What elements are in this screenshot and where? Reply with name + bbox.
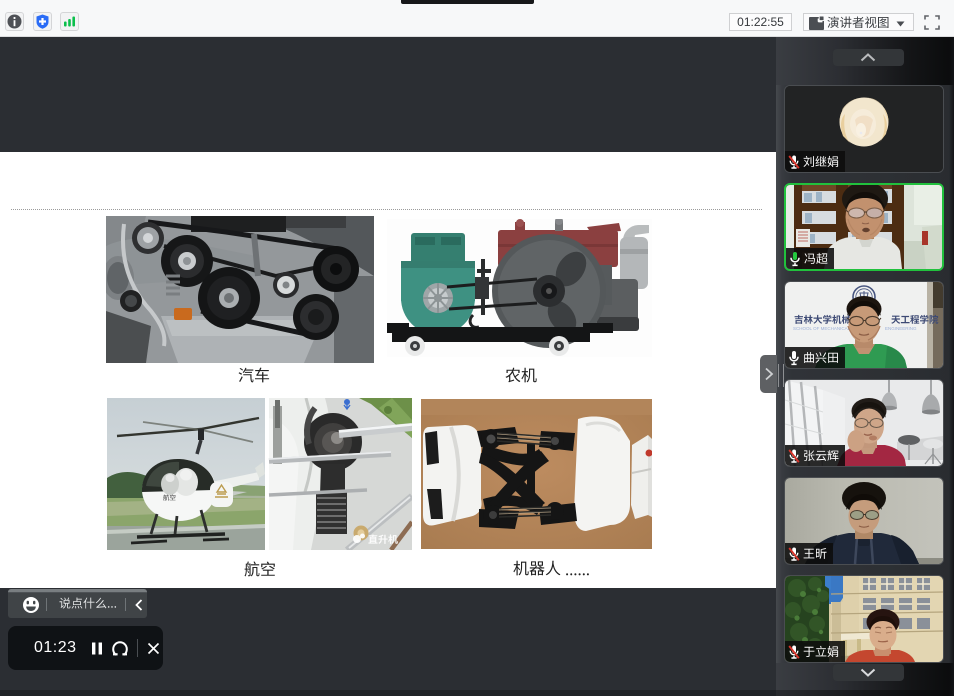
svg-text:ENGINEERING: ENGINEERING	[885, 326, 917, 331]
svg-text:SCHOOL OF MECHANICAL: SCHOOL OF MECHANICAL	[793, 326, 851, 331]
